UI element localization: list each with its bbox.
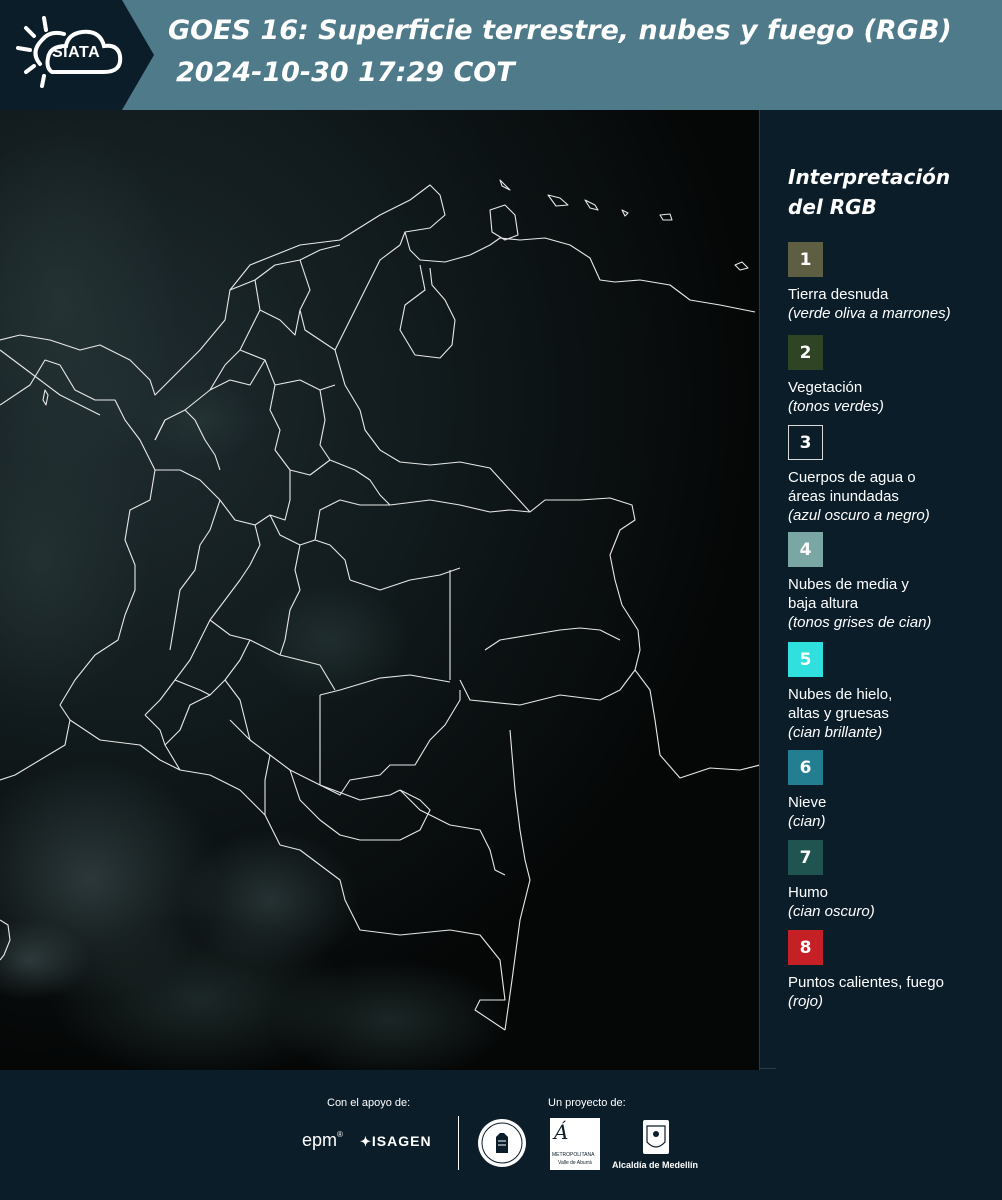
legend-description: (tonos grises de cian) — [788, 614, 932, 631]
timestamp: 2024-10-30 17:29 COT — [176, 57, 515, 88]
legend-swatch: 2 — [788, 335, 823, 370]
legend-label: baja altura — [788, 595, 859, 612]
legend-item-8: 8 Puntos calientes, fuego (rojo) — [788, 930, 998, 1011]
siata-logo: SIATA — [0, 0, 150, 110]
legend-item-1: 1 Tierra desnuda (verde oliva a marrones) — [788, 242, 998, 323]
legend-item-5: 5 Nubes de hielo, altas y gruesas (cian bri… — [788, 642, 998, 742]
legend-label: Humo — [788, 884, 829, 901]
map-boundaries — [0, 120, 759, 1070]
legend-title: Interpretación del RGB — [788, 162, 988, 222]
legend-title-line2: del RGB — [788, 195, 877, 219]
legend-swatch: 5 — [788, 642, 823, 677]
legend-label: Nubes de media y — [788, 576, 909, 593]
legend-label: áreas inundadas — [788, 488, 899, 505]
legend-item-4: 4 Nubes de media y baja altura (tonos grise… — [788, 532, 998, 632]
legend-item-6: 6 Nieve (cian) — [788, 750, 998, 831]
legend-swatch: 4 — [788, 532, 823, 567]
isagen-icon: ✦ — [360, 1134, 372, 1149]
legend-label: altas y gruesas — [788, 705, 889, 722]
legend-label: Vegetación — [788, 379, 863, 396]
legend-label: Nubes de hielo, — [788, 686, 893, 703]
area-sub2: Valle de Aburrá — [558, 1160, 592, 1166]
footer-divider — [458, 1116, 459, 1170]
legend-label: Puntos calientes, fuego — [788, 974, 944, 991]
legend-swatch: 1 — [788, 242, 823, 277]
legend-description: (cian brillante) — [788, 724, 883, 741]
legend-item-7: 7 Humo (cian oscuro) — [788, 840, 998, 921]
legend-swatch: 8 — [788, 930, 823, 965]
legend-description: (cian) — [788, 813, 826, 830]
logo-text: SIATA — [52, 44, 101, 61]
area-metropolitana-logo: Á METROPOLITANA Valle de Aburrá — [550, 1118, 600, 1170]
page-title: GOES 16: Superficie terrestre, nubes y f… — [168, 15, 952, 46]
isagen-logo: ✦ISAGEN — [360, 1133, 432, 1150]
legend-description: (verde oliva a marrones) — [788, 305, 951, 322]
seal-icon — [478, 1119, 526, 1167]
legend-title-line1: Interpretación — [788, 165, 951, 189]
epm-logo: epm® — [302, 1130, 343, 1150]
legend-swatch: 7 — [788, 840, 823, 875]
header-bar: SIATA GOES 16: Superficie terrestre, nub… — [0, 0, 1002, 110]
area-script: Á — [554, 1120, 569, 1144]
divider — [760, 1068, 776, 1069]
legend-swatch: 6 — [788, 750, 823, 785]
area-sub1: METROPOLITANA — [552, 1152, 595, 1158]
legend-description: (tonos verdes) — [788, 398, 884, 415]
legend-description: (rojo) — [788, 993, 824, 1010]
coat-of-arms-icon — [643, 1120, 669, 1154]
legend-swatch: 3 — [788, 425, 823, 460]
legend-label: Tierra desnuda — [788, 286, 889, 303]
legend-label: Nieve — [788, 794, 827, 811]
legend-description: (cian oscuro) — [788, 903, 875, 920]
legend-item-3: 3 Cuerpos de agua o áreas inundadas (azul o… — [788, 425, 998, 525]
legend-item-2: 2 Vegetación (tonos verdes) — [788, 335, 998, 416]
support-label: Con el apoyo de: — [327, 1097, 411, 1109]
satellite-map[interactable] — [0, 110, 760, 1070]
isagen-text: ISAGEN — [371, 1133, 432, 1149]
legend-description: (azul oscuro a negro) — [788, 507, 930, 524]
legend-label: Cuerpos de agua o — [788, 469, 916, 486]
epm-text: epm — [302, 1130, 338, 1150]
alcaldia-label: Alcaldía de Medellín — [612, 1160, 699, 1170]
project-label: Un proyecto de: — [548, 1097, 626, 1109]
